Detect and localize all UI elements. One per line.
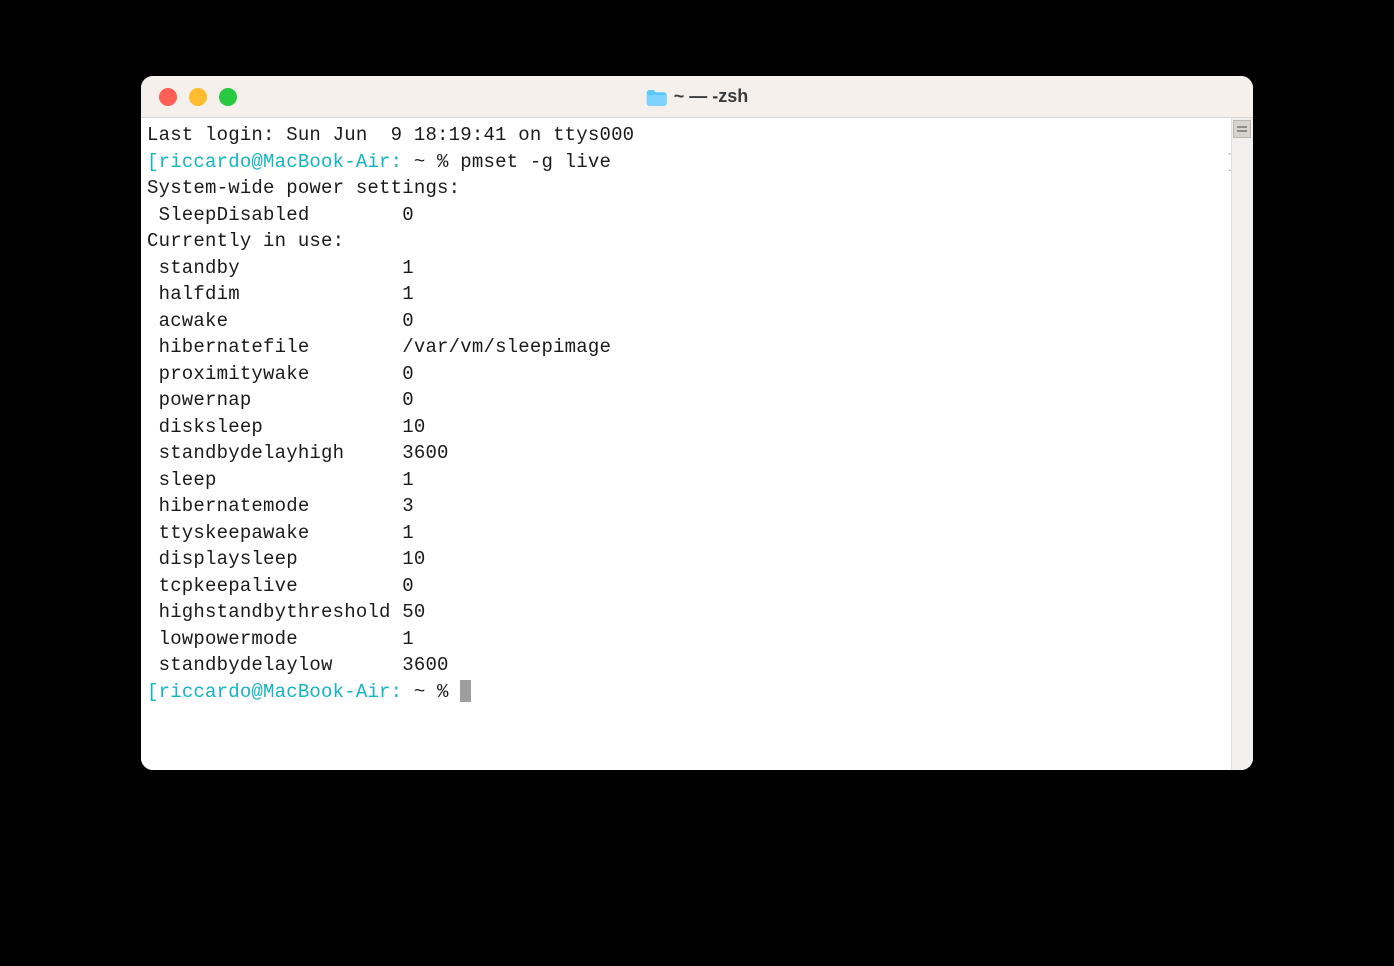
output-row-value: /var/vm/sleepimage bbox=[402, 336, 611, 358]
output-row-value: 3600 bbox=[402, 654, 448, 676]
output-header-1: System-wide power settings: bbox=[147, 175, 1225, 202]
output-row-key: hibernatefile bbox=[147, 334, 402, 361]
output-row-value: 1 bbox=[402, 257, 414, 279]
sleep-disabled-val: 0 bbox=[402, 204, 414, 226]
output-row-key: acwake bbox=[147, 308, 402, 335]
output-row: highstandbythreshold 50 bbox=[147, 599, 1225, 626]
output-row-value: 1 bbox=[402, 469, 414, 491]
last-login-line: Last login: Sun Jun 9 18:19:41 on ttys00… bbox=[147, 122, 1225, 149]
output-row: ttyskeepawake 1 bbox=[147, 520, 1225, 547]
scrollbar[interactable] bbox=[1231, 118, 1253, 770]
output-row-key: standbydelaylow bbox=[147, 652, 402, 679]
output-row-key: lowpowermode bbox=[147, 626, 402, 653]
output-row: hibernatefile /var/vm/sleepimage bbox=[147, 334, 1225, 361]
sleep-disabled-row: SleepDisabled 0 bbox=[147, 202, 1225, 229]
prompt-open-bracket: [ bbox=[147, 151, 159, 173]
prompt-open-bracket-2: [ bbox=[147, 681, 159, 703]
output-row: standby 1 bbox=[147, 255, 1225, 282]
traffic-lights bbox=[141, 88, 237, 106]
output-row: powernap 0 bbox=[147, 387, 1225, 414]
output-row-key: hibernatemode bbox=[147, 493, 402, 520]
minimize-button[interactable] bbox=[189, 88, 207, 106]
output-row: standbydelayhigh 3600 bbox=[147, 440, 1225, 467]
window-title-text: ~ — -zsh bbox=[674, 86, 749, 107]
output-rows: standby 1 halfdim 1 acwake 0 hibernatefi… bbox=[147, 255, 1225, 679]
output-row-key: disksleep bbox=[147, 414, 402, 441]
output-row-key: powernap bbox=[147, 387, 402, 414]
output-row-key: halfdim bbox=[147, 281, 402, 308]
prompt-line-spacer bbox=[611, 151, 1226, 173]
output-row-key: displaysleep bbox=[147, 546, 402, 573]
prompt-user-host: riccardo@MacBook-Air: bbox=[159, 151, 403, 173]
output-row: tcpkeepalive 0 bbox=[147, 573, 1225, 600]
output-row: acwake 0 bbox=[147, 308, 1225, 335]
close-button[interactable] bbox=[159, 88, 177, 106]
output-row-key: proximitywake bbox=[147, 361, 402, 388]
output-row: lowpowermode 1 bbox=[147, 626, 1225, 653]
output-row-value: 3600 bbox=[402, 442, 448, 464]
prompt-path-symbol-2: ~ % bbox=[402, 681, 460, 703]
scrollbar-thumb[interactable] bbox=[1233, 120, 1251, 138]
terminal-window: ~ — -zsh Last login: Sun Jun 9 18:19:41 … bbox=[141, 76, 1253, 770]
folder-icon bbox=[646, 89, 666, 105]
output-row-key: ttyskeepawake bbox=[147, 520, 402, 547]
prompt-path-symbol: ~ % bbox=[402, 151, 460, 173]
output-row-value: 10 bbox=[402, 416, 425, 438]
output-row: standbydelaylow 3600 bbox=[147, 652, 1225, 679]
output-header-2: Currently in use: bbox=[147, 228, 1225, 255]
output-row-value: 1 bbox=[402, 283, 414, 305]
output-row-value: 1 bbox=[402, 522, 414, 544]
output-row-key: highstandbythreshold bbox=[147, 599, 402, 626]
output-row-value: 0 bbox=[402, 310, 414, 332]
output-row: displaysleep 10 bbox=[147, 546, 1225, 573]
output-row-value: 1 bbox=[402, 628, 414, 650]
terminal-body: Last login: Sun Jun 9 18:19:41 on ttys00… bbox=[141, 118, 1253, 770]
titlebar: ~ — -zsh bbox=[141, 76, 1253, 118]
output-row-value: 3 bbox=[402, 495, 414, 517]
prompt-line-2: [riccardo@MacBook-Air: ~ % bbox=[147, 679, 1225, 706]
output-row: disksleep 10 bbox=[147, 414, 1225, 441]
output-row: hibernatemode 3 bbox=[147, 493, 1225, 520]
maximize-button[interactable] bbox=[219, 88, 237, 106]
cursor bbox=[460, 680, 471, 702]
output-row-value: 0 bbox=[402, 575, 414, 597]
output-row-value: 50 bbox=[402, 601, 425, 623]
output-row: sleep 1 bbox=[147, 467, 1225, 494]
sleep-disabled-key: SleepDisabled bbox=[147, 202, 402, 229]
command-text: pmset -g live bbox=[460, 151, 611, 173]
output-row-key: tcpkeepalive bbox=[147, 573, 402, 600]
output-row-key: standbydelayhigh bbox=[147, 440, 402, 467]
output-row-value: 0 bbox=[402, 389, 414, 411]
output-row-key: standby bbox=[147, 255, 402, 282]
output-row-value: 10 bbox=[402, 548, 425, 570]
prompt-line-1: [riccardo@MacBook-Air: ~ % pmset -g live… bbox=[147, 149, 1225, 176]
output-row-value: 0 bbox=[402, 363, 414, 385]
output-row-key: sleep bbox=[147, 467, 402, 494]
prompt-user-host-2: riccardo@MacBook-Air: bbox=[159, 681, 403, 703]
window-title: ~ — -zsh bbox=[646, 86, 749, 107]
output-row: proximitywake 0 bbox=[147, 361, 1225, 388]
terminal-content[interactable]: Last login: Sun Jun 9 18:19:41 on ttys00… bbox=[141, 118, 1231, 770]
output-row: halfdim 1 bbox=[147, 281, 1225, 308]
